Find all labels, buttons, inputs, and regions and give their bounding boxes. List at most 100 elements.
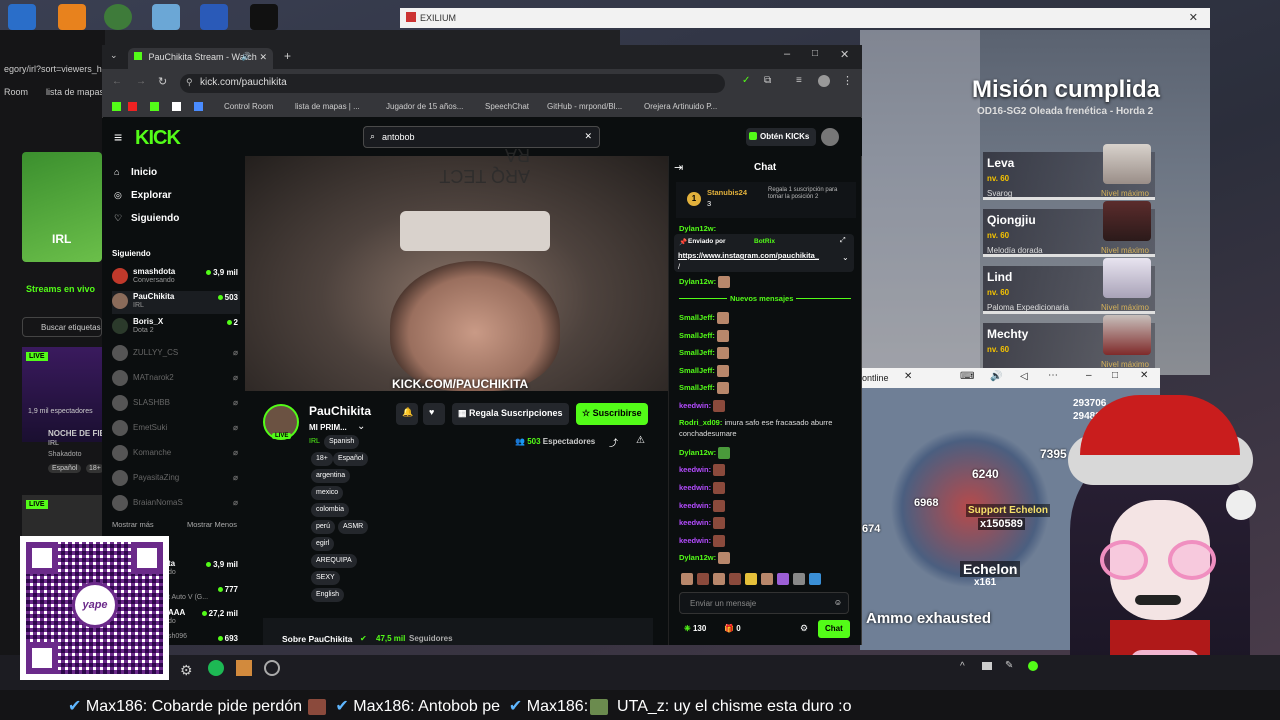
extension-icon[interactable]: ✓ — [742, 75, 750, 86]
bookmark-jugador[interactable]: Jugador de 15 años... — [386, 102, 463, 111]
bm-kick2-icon[interactable] — [150, 102, 159, 111]
expand-title-icon[interactable]: ⌄ — [357, 421, 365, 432]
bookmark-orejera[interactable]: Orejera Artinuido P... — [644, 102, 717, 111]
pinned-gift-bar[interactable]: 1 Stanubis24 3 Regala 1 suscripción para… — [676, 182, 856, 218]
vlc-icon[interactable] — [58, 4, 86, 30]
game-window-titlebar[interactable]: EXILIUM ✕ — [400, 8, 1210, 28]
recommended-item[interactable]: ta do 3,9 mil — [168, 558, 240, 581]
following-item[interactable]: PauChikita IRL 503 — [112, 291, 240, 314]
pinned-message[interactable]: 📌 Enviado por BotRix ⤢ https://www.insta… — [674, 234, 854, 272]
browser-minimize-icon[interactable]: – — [784, 48, 790, 60]
thumb-cat[interactable]: IRL — [48, 440, 59, 447]
back-icon[interactable]: ◁ — [1020, 371, 1028, 382]
emote-icon[interactable] — [729, 573, 741, 586]
following-item-offline[interactable]: SLASHBB ⌀ — [112, 393, 240, 416]
tag[interactable]: colombia — [311, 503, 350, 517]
following-item[interactable]: smashdota Conversando 3,9 mil — [112, 266, 240, 289]
nav-explore[interactable]: Explorar — [131, 190, 172, 201]
emote-icon[interactable] — [809, 573, 821, 586]
tray-kick-icon[interactable] — [1028, 661, 1038, 671]
volume-icon[interactable]: 🔊 — [990, 371, 1002, 382]
notification-bell-button[interactable]: 🔔 — [396, 403, 418, 425]
nav-home[interactable]: Inicio — [131, 167, 157, 178]
tab-search-icon[interactable]: ⌄ — [110, 50, 118, 61]
following-item-offline[interactable]: PayasitaZing ⌀ — [112, 468, 240, 491]
following-item-offline[interactable]: MATnarok2 ⌀ — [112, 368, 240, 391]
kick-logo[interactable]: KICK — [135, 127, 181, 150]
recommended-item[interactable]: t Auto V (G... 777 — [168, 583, 240, 606]
emoji-picker-icon[interactable]: ☺ — [834, 598, 842, 607]
image-icon[interactable] — [152, 4, 180, 30]
tag[interactable]: mexico — [311, 486, 344, 500]
bookmark-maps[interactable]: lista de mapas | ... — [295, 102, 360, 111]
keyboard-icon[interactable]: ⌨ — [960, 371, 974, 382]
search-input[interactable]: ⌕ antobob ✕ — [363, 126, 600, 148]
tag[interactable]: Español — [333, 452, 369, 466]
subscribe-button[interactable]: ☆ Suscribirse — [576, 403, 648, 425]
following-item-offline[interactable]: Komanche ⌀ — [112, 443, 240, 466]
irl-category-card[interactable]: IRL — [22, 152, 102, 262]
report-icon[interactable]: ⚠ — [636, 435, 645, 446]
tag[interactable]: perú — [311, 520, 336, 534]
bookmark-control-room[interactable]: Control Room — [224, 102, 273, 111]
tag[interactable]: SEXY — [311, 571, 340, 585]
bm-app-icon[interactable] — [172, 102, 181, 111]
channel-points[interactable]: ❈ 130 — [684, 624, 706, 633]
app-taskbar-icon[interactable] — [236, 660, 252, 676]
reload-icon[interactable]: ↻ — [158, 75, 167, 88]
tray-chevron-icon[interactable]: ^ — [960, 661, 965, 672]
tab-close-icon[interactable]: ✕ — [259, 52, 267, 63]
emote-icon[interactable] — [681, 573, 693, 586]
thumb-user[interactable]: Shakadoto — [48, 451, 81, 458]
tag[interactable]: egirl — [311, 537, 335, 551]
thumb-title[interactable]: NOCHE DE FIE — [48, 429, 105, 438]
following-item[interactable]: Boris_X Dota 2 2 — [112, 316, 240, 339]
recommended-item[interactable]: sh096 693 — [168, 632, 240, 644]
show-more-button[interactable]: Mostrar más — [112, 520, 154, 529]
new-tab-icon[interactable]: + — [284, 49, 291, 63]
url-field[interactable]: ⚲ kick.com/pauchikita — [180, 74, 725, 93]
site-info-icon[interactable]: ⚲ — [186, 77, 193, 88]
gift-count[interactable]: 🎁 0 — [724, 624, 741, 633]
collapse-chat-icon[interactable]: ⇥ — [674, 161, 683, 174]
media-icon[interactable]: ≡ — [796, 75, 802, 86]
profile-icon[interactable] — [818, 75, 830, 87]
menu-kebab-icon[interactable]: ⋮ — [842, 74, 853, 87]
expand-pin-icon[interactable]: ⌄ — [842, 253, 849, 262]
hamburger-menu-icon[interactable]: ≡ — [114, 129, 122, 145]
following-item-offline[interactable]: EmetSuki ⌀ — [112, 418, 240, 441]
tag[interactable]: AREQUIPA — [311, 554, 357, 568]
chat-input[interactable]: Enviar un mensaje ☺ — [679, 592, 849, 614]
emote-icon[interactable] — [745, 573, 757, 586]
tag[interactable]: 18+ — [311, 452, 333, 466]
stream-thumb-1[interactable] — [22, 347, 102, 442]
bookmark-github[interactable]: GitHub - mrpond/Bl... — [547, 102, 622, 111]
gift-subs-button[interactable]: ▦ Regala Suscripciones — [452, 403, 569, 425]
video-player[interactable]: ARQ TECT RA — [245, 145, 668, 391]
forward-arrow-icon[interactable]: → — [136, 76, 146, 87]
obs-icon[interactable] — [264, 660, 280, 676]
tray-pen-icon[interactable]: ✎ — [1005, 660, 1013, 671]
bm-kick-icon[interactable] — [112, 102, 121, 111]
tag[interactable]: English — [311, 588, 344, 602]
chat-send-button[interactable]: Chat — [818, 620, 850, 638]
spotify-icon[interactable] — [208, 660, 224, 676]
pinned-link[interactable]: https://www.instagram.com/pauchikita_ — [678, 251, 819, 260]
unpin-icon[interactable]: ⤢ — [840, 237, 846, 245]
bg-bookmark-room[interactable]: Room — [4, 87, 28, 97]
emote-icon[interactable] — [761, 573, 773, 586]
bm-youtube-icon[interactable] — [128, 102, 137, 111]
tag[interactable]: argentina — [311, 469, 351, 483]
show-less-button[interactable]: Mostrar Menos — [187, 520, 237, 529]
facebook-icon[interactable] — [200, 4, 228, 30]
tray-app-icon[interactable] — [982, 662, 992, 670]
stream-language[interactable]: Spanish — [324, 435, 360, 449]
game-close-icon[interactable]: ✕ — [1189, 11, 1198, 24]
chat-settings-icon[interactable]: ⚙ — [800, 623, 808, 634]
follow-heart-button[interactable]: ♥ — [423, 403, 445, 425]
following-item-offline[interactable]: ZULLYY_CS ⌀ — [112, 343, 240, 366]
emote-icon[interactable] — [793, 573, 805, 586]
emote-icon[interactable] — [777, 573, 789, 586]
nav-following[interactable]: Siguiendo — [131, 213, 179, 224]
following-item-offline[interactable]: BraianNomaS ⌀ — [112, 493, 240, 516]
